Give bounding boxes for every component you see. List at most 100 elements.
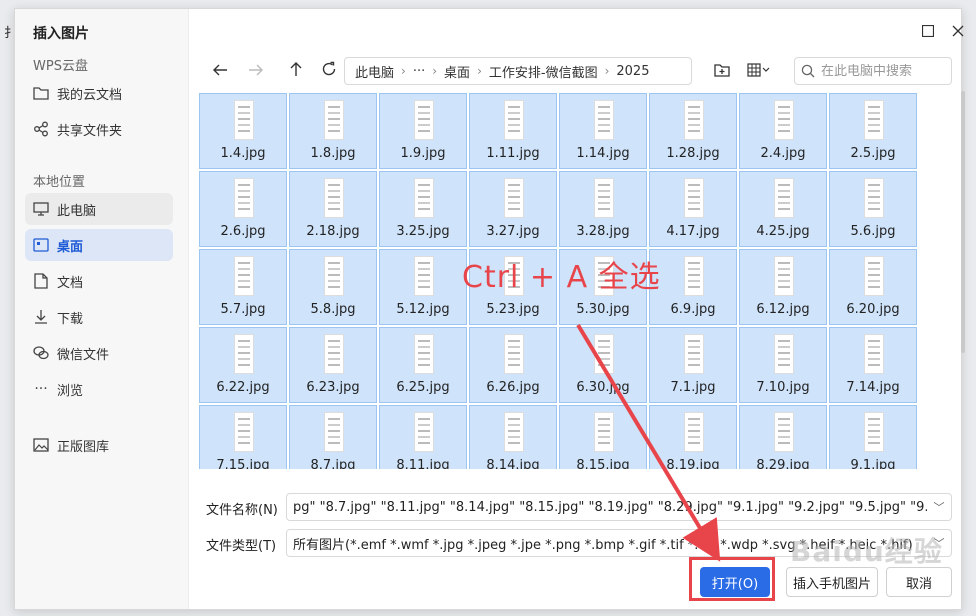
file-tile[interactable]: 7.10.jpg <box>739 327 827 403</box>
breadcrumb-item[interactable]: 工作安排-微信截图 <box>485 62 602 81</box>
file-name: 2.6.jpg <box>220 224 266 239</box>
file-tile[interactable]: 8.29.jpg <box>739 405 827 469</box>
file-tile[interactable]: 6.23.jpg <box>289 327 377 403</box>
file-tile[interactable]: 7.14.jpg <box>829 327 917 403</box>
file-tile[interactable]: 6.30.jpg <box>559 327 647 403</box>
sidebar-item-label: 此电脑 <box>57 203 97 219</box>
file-name: 2.5.jpg <box>850 146 896 161</box>
insert-phone-picture-button[interactable]: 插入手机图片 <box>786 567 878 597</box>
new-folder-button[interactable] <box>710 59 734 83</box>
image-thumbnail <box>774 334 794 374</box>
image-thumbnail <box>684 100 704 140</box>
image-icon <box>33 437 49 453</box>
file-tile[interactable]: 4.17.jpg <box>649 171 737 247</box>
file-tile[interactable]: 2.6.jpg <box>199 171 287 247</box>
file-tile[interactable]: 7.1.jpg <box>649 327 737 403</box>
image-thumbnail <box>234 178 254 218</box>
file-tile[interactable]: 6.26.jpg <box>469 327 557 403</box>
download-icon <box>33 309 49 325</box>
sidebar-item-label: 文档 <box>57 275 84 291</box>
file-tile[interactable]: 3.27.jpg <box>469 171 557 247</box>
image-thumbnail <box>684 256 704 296</box>
back-button[interactable] <box>208 59 232 83</box>
sidebar-item-this-pc[interactable]: 此电脑 <box>25 193 173 225</box>
file-tile[interactable]: 1.4.jpg <box>199 93 287 169</box>
file-tile[interactable]: 6.9.jpg <box>649 249 737 325</box>
file-tile[interactable]: 5.6.jpg <box>829 171 917 247</box>
search-box[interactable] <box>794 57 952 85</box>
image-thumbnail <box>504 100 524 140</box>
file-tile[interactable]: 1.9.jpg <box>379 93 467 169</box>
filename-value: pg" "8.7.jpg" "8.11.jpg" "8.14.jpg" "8.1… <box>293 499 927 515</box>
image-thumbnail <box>234 412 254 452</box>
file-name: 6.25.jpg <box>396 380 450 395</box>
breadcrumb-item[interactable]: 桌面 <box>440 62 474 81</box>
scrollbar[interactable] <box>961 91 965 353</box>
sidebar-item-documents[interactable]: 文档 <box>25 265 173 297</box>
image-thumbnail <box>864 178 884 218</box>
file-tile[interactable]: 8.19.jpg <box>649 405 737 469</box>
chevron-down-icon[interactable]: ﹀ <box>927 499 951 515</box>
file-tile[interactable]: 7.15.jpg <box>199 405 287 469</box>
file-name: 1.14.jpg <box>576 146 630 161</box>
maximize-button[interactable] <box>918 21 938 41</box>
file-name: 8.7.jpg <box>310 458 356 469</box>
file-tile[interactable]: 8.15.jpg <box>559 405 647 469</box>
toolbar: 此电脑 › ··· › 桌面 › 工作安排-微信截图 › 2025 <box>190 57 961 85</box>
file-tile[interactable]: 2.4.jpg <box>739 93 827 169</box>
file-name: 6.9.jpg <box>670 302 716 317</box>
sidebar-item-downloads[interactable]: 下载 <box>25 301 173 333</box>
file-tile[interactable]: 4.25.jpg <box>739 171 827 247</box>
file-tile[interactable]: 6.20.jpg <box>829 249 917 325</box>
breadcrumb-item[interactable]: 2025 <box>612 64 653 79</box>
sidebar-item-label: 正版图库 <box>57 439 110 455</box>
file-tile[interactable]: 1.8.jpg <box>289 93 377 169</box>
file-tile[interactable]: 5.7.jpg <box>199 249 287 325</box>
sidebar-item-my-cloud-docs[interactable]: 我的云文档 <box>25 77 173 109</box>
refresh-button[interactable] <box>317 59 341 83</box>
file-tile[interactable]: 3.28.jpg <box>559 171 647 247</box>
image-thumbnail <box>774 256 794 296</box>
file-tile[interactable]: 6.25.jpg <box>379 327 467 403</box>
file-tile[interactable]: 9.1.jpg <box>829 405 917 469</box>
search-input[interactable] <box>821 63 941 79</box>
new-folder-icon <box>714 62 730 81</box>
breadcrumb-item[interactable]: ··· <box>409 64 429 79</box>
image-thumbnail <box>234 334 254 374</box>
file-name: 6.26.jpg <box>486 380 540 395</box>
search-icon <box>801 64 815 78</box>
file-tile[interactable]: 8.14.jpg <box>469 405 557 469</box>
insert-picture-dialog: 插入图片 WPS云盘 我的云文档 共享文件夹 本地位置 此电脑 桌面 文档 下载… <box>14 8 965 610</box>
sidebar-item-desktop[interactable]: 桌面 <box>25 229 173 261</box>
sidebar-item-shared-folder[interactable]: 共享文件夹 <box>25 113 173 145</box>
view-mode-button[interactable] <box>742 59 776 83</box>
up-button[interactable] <box>284 59 308 83</box>
document-icon <box>33 273 49 289</box>
sidebar-item-wechat-files[interactable]: 微信文件 <box>25 337 173 369</box>
file-tile[interactable]: 8.11.jpg <box>379 405 467 469</box>
image-thumbnail <box>414 100 434 140</box>
forward-button[interactable] <box>244 59 268 83</box>
file-name: 4.17.jpg <box>666 224 720 239</box>
file-tile[interactable]: 2.5.jpg <box>829 93 917 169</box>
file-tile[interactable]: 1.14.jpg <box>559 93 647 169</box>
file-tile[interactable]: 1.11.jpg <box>469 93 557 169</box>
main-panel: 此电脑 › ··· › 桌面 › 工作安排-微信截图 › 2025 在此电脑中搜… <box>190 9 965 609</box>
sidebar-item-browse[interactable]: ··· 浏览 <box>25 373 173 405</box>
file-tile[interactable]: 2.18.jpg <box>289 171 377 247</box>
file-tile[interactable]: 3.25.jpg <box>379 171 467 247</box>
file-name: 3.28.jpg <box>576 224 630 239</box>
file-tile[interactable]: 6.12.jpg <box>739 249 827 325</box>
file-tile[interactable]: 8.7.jpg <box>289 405 377 469</box>
sidebar-item-gallery[interactable]: 正版图库 <box>25 429 173 461</box>
close-button[interactable] <box>948 21 968 41</box>
image-thumbnail <box>234 100 254 140</box>
file-tile[interactable]: 1.28.jpg <box>649 93 737 169</box>
cancel-button[interactable]: 取消 <box>886 567 952 597</box>
filename-field[interactable]: pg" "8.7.jpg" "8.11.jpg" "8.14.jpg" "8.1… <box>286 493 952 521</box>
breadcrumb-item[interactable]: 此电脑 <box>351 62 398 81</box>
file-tile[interactable]: 6.22.jpg <box>199 327 287 403</box>
file-tile[interactable]: 5.8.jpg <box>289 249 377 325</box>
file-tile[interactable]: 5.12.jpg <box>379 249 467 325</box>
local-section-heading: 本地位置 <box>33 175 86 190</box>
